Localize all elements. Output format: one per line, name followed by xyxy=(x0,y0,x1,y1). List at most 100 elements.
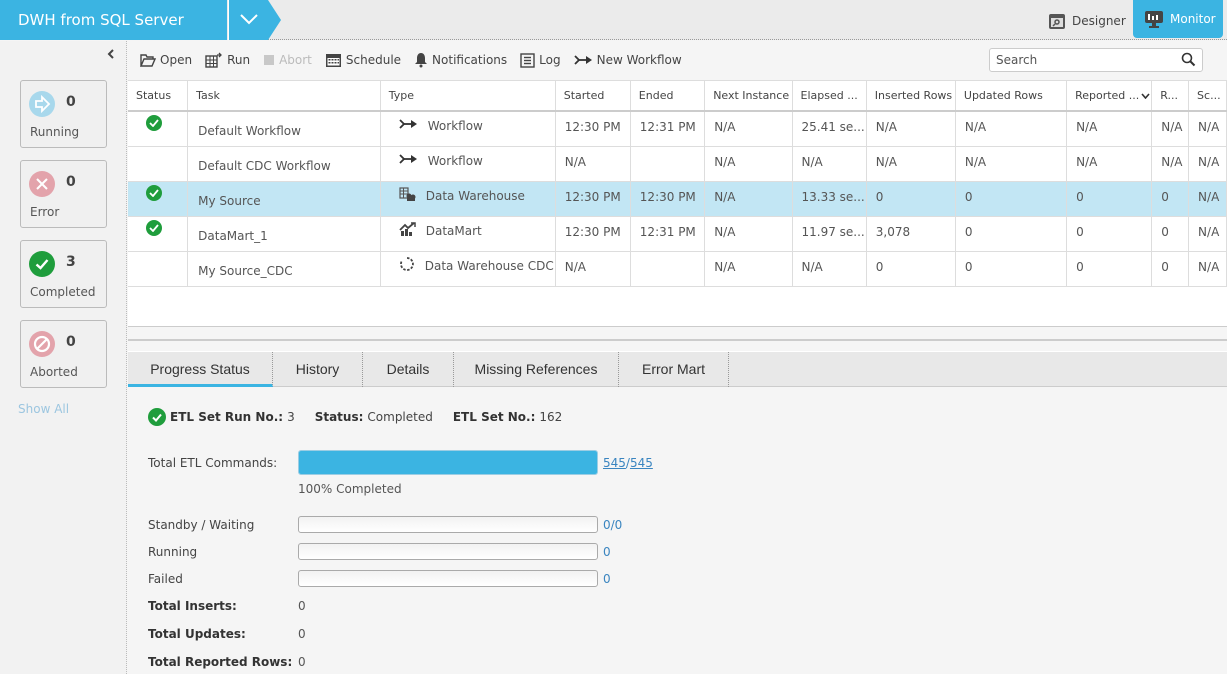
tab-details[interactable]: Details xyxy=(363,352,454,387)
elapsed-value: N/A xyxy=(801,259,823,274)
collapse-sidebar-button[interactable] xyxy=(107,47,115,63)
log-button[interactable]: Log xyxy=(520,52,561,68)
column-header-inserted-rows[interactable]: Inserted Rows xyxy=(866,81,956,112)
sc-value: N/A xyxy=(1198,119,1220,134)
column-header-started[interactable]: Started xyxy=(555,81,631,112)
tab-progress-status[interactable]: Progress Status xyxy=(128,352,273,387)
type-label: DataMart xyxy=(425,223,482,238)
ended-value: 12:31 PM xyxy=(639,119,696,134)
completed-label: Completed xyxy=(30,285,96,299)
column-header-elapsed[interactable]: Elapsed ... xyxy=(792,81,867,112)
table-row[interactable]: DataMart_1 DataMart 12:30 PM 12:31 PM N/A 11.… xyxy=(128,216,1227,252)
workflow-icon xyxy=(573,55,592,65)
task-value: My Source xyxy=(198,193,261,208)
column-header-updated-rows[interactable]: Updated Rows xyxy=(955,81,1068,112)
aborted-filter-card[interactable]: 0 Aborted xyxy=(20,320,107,388)
cell-r: 0 xyxy=(1151,181,1190,217)
updated-value: 0 xyxy=(964,224,973,239)
total-etl-progress-bar xyxy=(298,450,598,475)
project-dropdown-button[interactable] xyxy=(228,0,268,40)
workflow-icon xyxy=(399,153,418,168)
open-button[interactable]: Open xyxy=(140,53,192,67)
cell-sc: N/A xyxy=(1188,146,1227,182)
total-done-link[interactable]: 545 xyxy=(603,456,626,470)
cell-started: N/A xyxy=(555,251,631,287)
cell-ended xyxy=(630,146,706,182)
cell-updated: N/A xyxy=(955,146,1068,182)
set-no-label: ETL Set No.: xyxy=(452,410,536,424)
column-header-ended[interactable]: Ended xyxy=(630,81,706,112)
column-header-sc[interactable]: Sc... xyxy=(1188,81,1227,112)
notifications-button[interactable]: Notifications xyxy=(414,52,507,68)
column-header-type[interactable]: Type xyxy=(380,81,556,112)
tab-missing-references[interactable]: Missing References xyxy=(454,352,619,387)
new-workflow-button[interactable]: New Workflow xyxy=(573,53,682,67)
cell-task: Default Workflow xyxy=(187,111,381,147)
inserted-value: 0 xyxy=(875,189,884,204)
search-icon xyxy=(1181,52,1196,67)
running-filter-card[interactable]: 0 Running xyxy=(20,80,107,148)
column-header-task[interactable]: Task xyxy=(187,81,381,112)
type-cell: Workflow xyxy=(389,118,554,133)
cell-task: My Source_CDC xyxy=(187,251,381,287)
next-value: N/A xyxy=(714,119,736,134)
search-placeholder: Search xyxy=(996,53,1038,67)
column-header-next-instance[interactable]: Next Instance xyxy=(704,81,793,112)
cell-updated: 0 xyxy=(955,181,1068,217)
type-cell: Data Warehouse CDC xyxy=(389,256,554,275)
monitor-mode-button[interactable]: Monitor xyxy=(1133,0,1223,38)
type-label: Workflow xyxy=(427,118,483,133)
designer-mode-button[interactable]: Designer xyxy=(1048,6,1126,36)
column-header-reported[interactable]: Reported ... xyxy=(1066,81,1153,112)
cell-status xyxy=(128,216,189,252)
error-filter-card[interactable]: 0 Error xyxy=(20,160,107,228)
r-value: 0 xyxy=(1161,189,1169,204)
cell-started: 12:30 PM xyxy=(555,181,631,217)
next-value: N/A xyxy=(714,189,736,204)
run-label: Run xyxy=(227,53,251,67)
table-row[interactable]: Default Workflow Workflow 12:30 PM 12:31 PM… xyxy=(128,111,1227,147)
designer-icon xyxy=(1049,13,1065,29)
chevron-down-icon[interactable] xyxy=(1141,93,1150,100)
tab-error-mart[interactable]: Error Mart xyxy=(619,352,729,387)
cell-started: 12:30 PM xyxy=(555,216,631,252)
cell-reported: N/A xyxy=(1066,146,1153,182)
reported-value: N/A xyxy=(1076,154,1098,169)
abort-label: Abort xyxy=(279,53,312,67)
status-label: Status: xyxy=(314,410,364,424)
reported-value: N/A xyxy=(1076,119,1098,134)
schedule-button[interactable]: Schedule xyxy=(325,52,401,68)
total-all-link[interactable]: 545 xyxy=(630,456,653,470)
table-row[interactable]: Default CDC Workflow Workflow N/A N/A N/A N/A… xyxy=(128,146,1227,182)
updated-value: N/A xyxy=(964,154,987,169)
running-progress-bar xyxy=(298,543,598,560)
panel-splitter[interactable] xyxy=(128,339,1227,341)
folder-open-icon xyxy=(140,53,156,67)
r-value: N/A xyxy=(1161,154,1183,169)
column-header-status[interactable]: Status xyxy=(128,81,189,112)
cell-task: My Source xyxy=(187,181,381,217)
show-all-link[interactable]: Show All xyxy=(18,402,69,416)
project-title[interactable]: DWH from SQL Server xyxy=(0,0,227,40)
abort-button[interactable]: Abort xyxy=(263,53,312,67)
table-row[interactable]: My Source Data Warehouse 12:30 PM 12:30 PM N… xyxy=(128,181,1227,217)
column-header-r[interactable]: R... xyxy=(1151,81,1190,112)
percent-completed-text: 100% Completed xyxy=(298,482,402,496)
search-input[interactable]: Search xyxy=(989,48,1203,72)
tab-history[interactable]: History xyxy=(273,352,363,387)
failed-label: Failed xyxy=(148,572,183,586)
elapsed-value: 25.41 se... xyxy=(801,119,865,134)
aborted-ban-icon xyxy=(29,331,55,357)
ended-value: 12:31 PM xyxy=(639,224,696,239)
reported-value: 0 xyxy=(1076,259,1084,274)
type-cell: Workflow xyxy=(389,153,554,168)
run-button[interactable]: Run xyxy=(205,52,250,68)
cell-reported: N/A xyxy=(1066,111,1153,147)
data-warehouse-icon xyxy=(399,186,416,205)
started-value: 12:30 PM xyxy=(564,119,621,134)
total-reported-value: 0 xyxy=(298,655,306,669)
completed-filter-card[interactable]: 3 Completed xyxy=(20,240,107,308)
standby-progress-bar xyxy=(298,516,598,533)
table-row[interactable]: My Source_CDC Data Warehouse CDC N/A N/A N/A… xyxy=(128,251,1227,287)
schedule-label: Schedule xyxy=(345,53,402,67)
